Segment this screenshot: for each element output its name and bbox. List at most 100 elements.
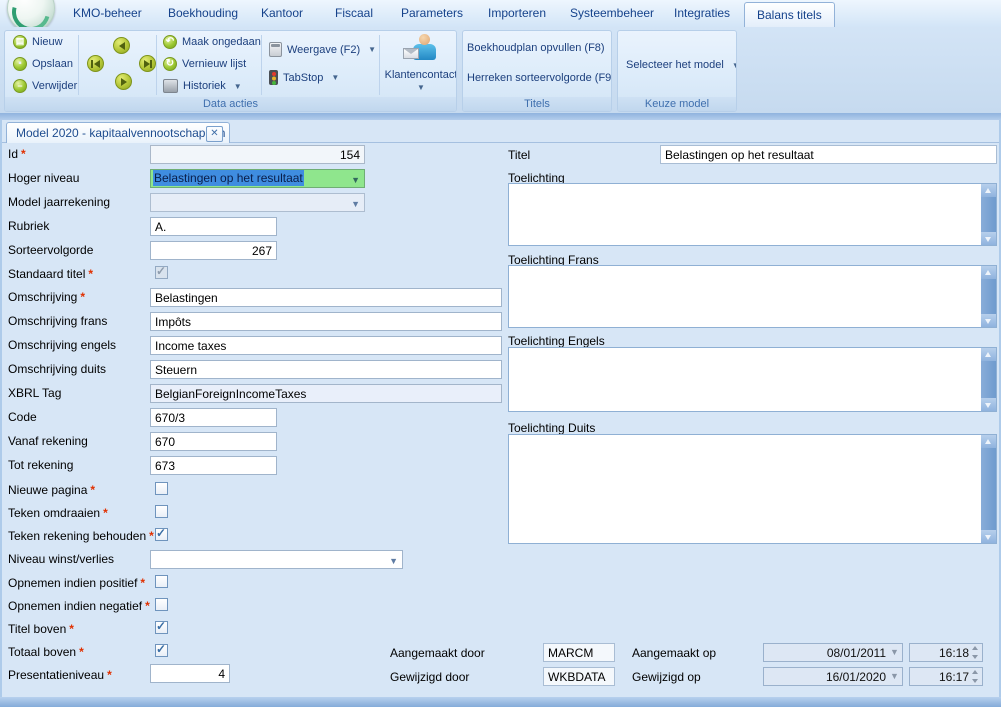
field-label-omschrijving-frans: Omschrijving frans — [8, 314, 107, 328]
titel-boven-checkbox[interactable] — [155, 621, 168, 634]
nav-next-button[interactable] — [115, 73, 132, 90]
scroll-up-icon[interactable] — [981, 266, 996, 279]
aangemaakt-door-input[interactable] — [543, 643, 615, 662]
nieuw-button[interactable]: Nieuw — [13, 35, 63, 49]
time-spinner-icon[interactable] — [971, 669, 980, 684]
chevron-down-icon[interactable]: ▼ — [890, 647, 899, 657]
scrollbar[interactable] — [981, 184, 996, 245]
history-icon — [163, 79, 178, 93]
scroll-down-icon[interactable] — [981, 530, 996, 543]
omschrijving-engels-input[interactable] — [150, 336, 502, 355]
scrollbar[interactable] — [981, 435, 996, 543]
group-label-titels: Titels — [463, 97, 611, 111]
tot-rekening-input[interactable] — [150, 456, 277, 475]
id-input[interactable] — [150, 145, 365, 164]
niveau-winst-verlies-combo[interactable]: ▼ — [150, 550, 403, 569]
document-tab[interactable]: Model 2020 - kapitaalvennootschappen ✕ — [6, 122, 230, 143]
menu-tab-parameters[interactable]: Parameters — [401, 6, 463, 20]
opnemen-indien-positief-checkbox[interactable] — [155, 575, 168, 588]
gewijzigd-door-input[interactable] — [543, 667, 615, 686]
aangemaakt-op-date-input[interactable] — [763, 643, 903, 662]
field-label-teken-omdraaien: Teken omdraaien* — [8, 506, 108, 520]
scrollbar[interactable] — [981, 266, 996, 327]
presentatieniveau-input[interactable] — [150, 664, 230, 683]
historiek-button[interactable]: Historiek ▼ — [163, 79, 242, 93]
field-label-titel-boven: Titel boven* — [8, 622, 74, 636]
model-jaarrekening-combo[interactable]: ▼ — [150, 193, 365, 212]
group-label-data-acties: Data acties — [5, 97, 456, 111]
nav-first-icon — [94, 60, 100, 68]
teken-omdraaien-checkbox[interactable] — [155, 505, 168, 518]
time-spinner-icon[interactable] — [971, 645, 980, 660]
weergave-button[interactable]: Weergave (F2) ▼ — [269, 42, 376, 57]
scrollbar[interactable] — [981, 348, 996, 411]
toelichting-duits-textarea[interactable] — [508, 434, 997, 544]
vanaf-rekening-input[interactable] — [150, 432, 277, 451]
chevron-down-icon[interactable]: ▼ — [890, 671, 899, 681]
gewijzigd-op-date-input[interactable] — [763, 667, 903, 686]
toelichting-frans-textarea[interactable] — [508, 265, 997, 328]
scroll-down-icon[interactable] — [981, 232, 996, 245]
hoger-niveau-combo[interactable]: Belastingen op het resultaat ▼ — [150, 169, 365, 188]
xbrl-tag-input[interactable] — [150, 384, 502, 403]
undo-icon — [163, 35, 177, 49]
window-left-edge — [0, 120, 2, 697]
sorteervolgorde-input[interactable] — [150, 241, 277, 260]
maak-ongedaan-button[interactable]: Maak ongedaan — [163, 35, 261, 49]
field-label-aangemaakt-door: Aangemaakt door — [390, 646, 485, 660]
chevron-down-icon[interactable]: ▼ — [381, 83, 457, 92]
opslaan-button[interactable]: Opslaan — [13, 57, 73, 71]
save-icon — [13, 57, 27, 71]
scroll-down-icon[interactable] — [981, 314, 996, 327]
close-icon[interactable]: ✕ — [206, 126, 223, 142]
tabstop-button[interactable]: TabStop ▼ — [269, 70, 339, 85]
rubriek-input[interactable] — [150, 217, 277, 236]
field-label-standaard-titel: Standaard titel* — [8, 267, 93, 281]
opnemen-indien-negatief-checkbox[interactable] — [155, 598, 168, 611]
scroll-up-icon[interactable] — [981, 348, 996, 361]
code-input[interactable] — [150, 408, 277, 427]
klantencontact-button[interactable]: Klantencontact — [381, 69, 457, 81]
titel-input[interactable] — [660, 145, 997, 164]
omschrijving-duits-input[interactable] — [150, 360, 502, 379]
field-label-sorteervolgorde: Sorteervolgorde — [8, 243, 93, 257]
scroll-up-icon[interactable] — [981, 435, 996, 448]
field-label-toelichting-duits: Toelichting Duits — [508, 421, 595, 435]
vernieuw-lijst-button[interactable]: Vernieuw lijst — [163, 57, 246, 71]
customer-contact-icon[interactable] — [403, 34, 437, 64]
nieuwe-pagina-checkbox[interactable] — [155, 482, 168, 495]
nav-last-button[interactable] — [139, 55, 156, 72]
menu-tab-fiscaal[interactable]: Fiscaal — [335, 6, 373, 20]
selecteer-het-model-button[interactable]: Selecteer het model ▼ — [626, 59, 737, 71]
menu-tab-balans-titels-active[interactable]: Balans titels — [744, 2, 835, 27]
omschrijving-frans-input[interactable] — [150, 312, 502, 331]
menu-tab-kmo-beheer[interactable]: KMO-beheer — [73, 6, 142, 20]
field-label-code: Code — [8, 410, 37, 424]
nav-first-button[interactable] — [87, 55, 104, 72]
scroll-down-icon[interactable] — [981, 398, 996, 411]
ribbon-group-titels: Boekhoudplan opvullen (F8) Herreken sort… — [462, 30, 612, 112]
chevron-down-icon: ▼ — [732, 61, 737, 70]
toelichting-engels-textarea[interactable] — [508, 347, 997, 412]
menu-tab-systeembeheer[interactable]: Systeembeheer — [570, 6, 654, 20]
application-window: KMO-beheer Boekhouding Kantoor Fiscaal P… — [0, 0, 1001, 707]
field-label-aangemaakt-op: Aangemaakt op — [632, 646, 716, 660]
herreken-sorteervolgorde-button[interactable]: Herreken sorteervolgorde (F9) — [467, 72, 612, 84]
field-label-opnemen-indien-negatief: Opnemen indien negatief* — [8, 599, 150, 613]
scroll-up-icon[interactable] — [981, 184, 996, 197]
refresh-icon — [163, 57, 177, 71]
nav-previous-button[interactable] — [113, 37, 130, 54]
totaal-boven-checkbox[interactable] — [155, 644, 168, 657]
menu-tab-integraties[interactable]: Integraties — [674, 6, 730, 20]
menu-tab-kantoor[interactable]: Kantoor — [261, 6, 303, 20]
teken-rekening-behouden-checkbox[interactable] — [155, 528, 168, 541]
menu-tab-boekhouding[interactable]: Boekhouding — [168, 6, 238, 20]
field-label-teken-rekening-behouden: Teken rekening behouden* — [8, 529, 154, 543]
field-label-omschrijving: Omschrijving* — [8, 290, 85, 304]
omschrijving-input[interactable] — [150, 288, 502, 307]
standaard-titel-checkbox[interactable] — [155, 266, 168, 279]
boekhoudplan-opvullen-button[interactable]: Boekhoudplan opvullen (F8) — [467, 42, 605, 54]
menu-tab-importeren[interactable]: Importeren — [488, 6, 546, 20]
verwijder-button[interactable]: Verwijder — [13, 79, 77, 93]
toelichting-textarea[interactable] — [508, 183, 997, 246]
